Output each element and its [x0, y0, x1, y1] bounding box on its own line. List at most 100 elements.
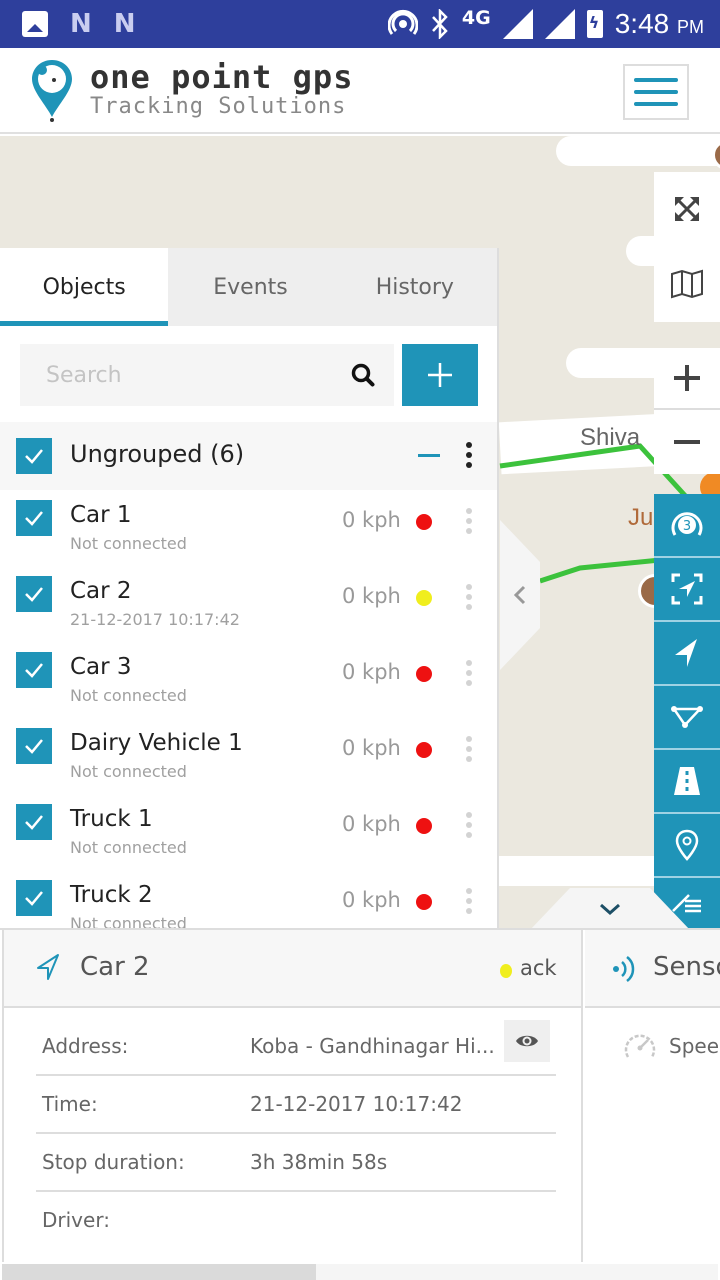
- object-menu-icon[interactable]: [466, 736, 472, 762]
- object-row[interactable]: Truck 1 Not connected 0 kph: [0, 794, 497, 870]
- status-dot-icon: [416, 590, 432, 606]
- check-icon: [25, 739, 43, 754]
- object-menu-icon[interactable]: [466, 584, 472, 610]
- object-checkbox[interactable]: [16, 500, 52, 536]
- info-row-stop-duration: Stop duration: 3h 38min 58s: [36, 1134, 556, 1192]
- search-icon[interactable]: [350, 362, 376, 388]
- map-layers-button[interactable]: [654, 246, 720, 322]
- object-speed: 0 kph: [342, 736, 401, 760]
- markers-button[interactable]: [654, 814, 720, 878]
- object-name: Car 1: [70, 502, 132, 528]
- speedometer-icon: [624, 1034, 656, 1058]
- check-icon: [25, 663, 43, 678]
- status-dot-icon: [500, 964, 512, 978]
- info-row-time: Time: 21-12-2017 10:17:42: [36, 1076, 556, 1134]
- tab-events[interactable]: Events: [168, 248, 332, 326]
- object-menu-icon[interactable]: [466, 812, 472, 838]
- sensor-signal-icon: [613, 956, 635, 982]
- object-checkbox[interactable]: [16, 728, 52, 764]
- object-checkbox[interactable]: [16, 880, 52, 916]
- status-bar: N N 4G 3:48 PM: [0, 0, 720, 48]
- group-menu-icon[interactable]: [466, 442, 472, 468]
- fullscreen-button[interactable]: [654, 172, 720, 246]
- navigation-arrow-icon: [37, 954, 59, 980]
- sensors-title: Sensors: [653, 952, 720, 982]
- routes-button[interactable]: [654, 750, 720, 814]
- eye-icon: [516, 1035, 538, 1047]
- clock: 3:48 PM: [614, 8, 704, 39]
- object-row[interactable]: Truck 2 Not connected 0 kph: [0, 870, 497, 930]
- add-object-button[interactable]: [402, 344, 478, 406]
- object-checkbox[interactable]: [16, 576, 52, 612]
- info-row-address: Address: Koba - Gandhinagar Hi...: [36, 1018, 556, 1076]
- group-label: Ungrouped (6): [70, 440, 245, 468]
- info-label: Time:: [42, 1092, 98, 1116]
- svg-text:3: 3: [683, 519, 691, 534]
- panel-tabs: Objects Events History: [0, 248, 497, 326]
- object-menu-icon[interactable]: [466, 888, 472, 914]
- object-menu-icon[interactable]: [466, 660, 472, 686]
- follow-object-button[interactable]: [654, 622, 720, 686]
- marker-icon: [675, 829, 699, 861]
- status-dot-icon: [416, 666, 432, 682]
- object-name: Truck 2: [70, 882, 153, 908]
- bluetooth-icon: [431, 9, 448, 39]
- object-checkbox[interactable]: [16, 652, 52, 688]
- map-layers-icon: [671, 269, 703, 299]
- fit-objects-button[interactable]: [654, 558, 720, 622]
- object-menu-icon[interactable]: [466, 508, 472, 534]
- info-row-driver: Driver:: [36, 1192, 556, 1250]
- network-type: 4G: [461, 7, 491, 29]
- tab-history[interactable]: History: [333, 248, 497, 326]
- plus-icon: [428, 363, 452, 387]
- map-tools: 3: [654, 494, 720, 928]
- battery-charging-icon: [586, 10, 603, 38]
- status-dot-icon: [416, 742, 432, 758]
- object-name: Car 2: [70, 578, 132, 604]
- object-row[interactable]: Car 3 Not connected 0 kph: [0, 642, 497, 718]
- road-icon: [674, 767, 700, 795]
- horizontal-scrollbar[interactable]: [2, 1264, 718, 1280]
- zoom-out-button[interactable]: [654, 410, 720, 474]
- info-value: Koba - Gandhinagar Hi...: [250, 1034, 495, 1058]
- object-name: Dairy Vehicle 1: [70, 730, 243, 756]
- chevron-left-icon: [513, 585, 526, 605]
- logo-icon: [32, 60, 72, 122]
- geofence-button[interactable]: [654, 686, 720, 750]
- search-input[interactable]: [20, 362, 330, 388]
- object-status-text: 21-12-2017 10:17:42: [70, 610, 240, 629]
- sensor-label: Speed: [669, 1034, 720, 1058]
- tab-objects[interactable]: Objects: [0, 248, 169, 326]
- object-checkbox[interactable]: [16, 804, 52, 840]
- info-value: 3h 38min 58s: [250, 1150, 388, 1174]
- status-dot-icon: [416, 514, 432, 530]
- cluster-count-icon: 3: [671, 512, 703, 536]
- group-checkbox[interactable]: [16, 438, 52, 474]
- object-row[interactable]: Dairy Vehicle 1 Not connected 0 kph: [0, 718, 497, 794]
- map-label: Ju: [628, 504, 654, 531]
- group-header[interactable]: Ungrouped (6): [0, 422, 497, 490]
- object-name: Truck 1: [70, 806, 153, 832]
- status-dot-icon: [416, 894, 432, 910]
- show-address-button[interactable]: [504, 1020, 550, 1062]
- signal-icon: [502, 9, 533, 39]
- polygon-icon: [671, 706, 703, 728]
- zoom-in-icon: [674, 365, 700, 391]
- cluster-toggle-button[interactable]: 3: [654, 494, 720, 558]
- menu-button[interactable]: [623, 64, 689, 120]
- image-icon: [22, 11, 48, 37]
- collapse-group-icon[interactable]: [418, 454, 440, 457]
- check-icon: [25, 815, 43, 830]
- object-row[interactable]: Car 2 21-12-2017 10:17:42 0 kph: [0, 566, 497, 642]
- n-notification-icon: N: [70, 9, 92, 39]
- object-name: Car 3: [70, 654, 132, 680]
- scrollbar-thumb[interactable]: [2, 1264, 316, 1280]
- object-row[interactable]: Car 1 Not connected 0 kph: [0, 490, 497, 566]
- details-status: ack: [520, 956, 557, 980]
- search-row: [0, 326, 497, 422]
- object-details: Car 2 ack Address: Koba - Gandhinagar Hi…: [0, 928, 720, 1280]
- sensors-header: Sensors: [585, 930, 720, 1008]
- details-card: Car 2 ack Address: Koba - Gandhinagar Hi…: [2, 930, 583, 1262]
- info-label: Address:: [42, 1034, 129, 1058]
- zoom-in-button[interactable]: [654, 348, 720, 410]
